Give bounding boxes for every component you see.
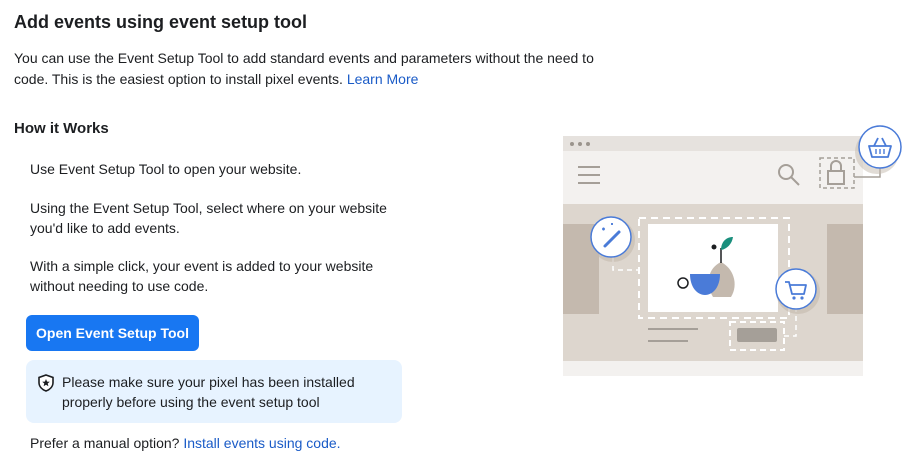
- manual-option-line: Prefer a manual option? Install events u…: [30, 435, 341, 451]
- step-2: Using the Event Setup Tool, select where…: [30, 200, 387, 236]
- mock-button: [737, 328, 777, 342]
- install-events-using-code-link[interactable]: Install events using code.: [183, 435, 340, 451]
- intro-paragraph: You can use the Event Setup Tool to add …: [14, 48, 614, 90]
- manual-option-text: Prefer a manual option?: [30, 435, 180, 451]
- pixel-install-notice: Please make sure your pixel has been ins…: [26, 360, 402, 423]
- how-it-works-heading: How it Works: [14, 120, 109, 137]
- page-title: Add events using event setup tool: [14, 12, 308, 32]
- step-3: With a simple click, your event is added…: [30, 258, 374, 294]
- product-card: [648, 224, 778, 312]
- berry: [711, 244, 717, 250]
- basket-badge: [855, 125, 902, 174]
- learn-more-link[interactable]: Learn More: [347, 71, 419, 87]
- notice-text: Please make sure your pixel has been ins…: [62, 374, 355, 410]
- text-line: [648, 340, 688, 342]
- cup-handle: [677, 277, 689, 289]
- browser-dots: [570, 142, 590, 146]
- side-panel-right: [827, 224, 863, 314]
- text-line: [648, 328, 698, 330]
- shield-star-icon: [38, 374, 54, 392]
- event-setup-illustration: [563, 125, 902, 376]
- open-event-setup-tool-button[interactable]: Open Event Setup Tool: [26, 315, 199, 351]
- browser-title-bar: [563, 136, 863, 151]
- step-1: Use Event Setup Tool to open your websit…: [30, 161, 302, 177]
- intro-text: You can use the Event Setup Tool to add …: [14, 50, 594, 87]
